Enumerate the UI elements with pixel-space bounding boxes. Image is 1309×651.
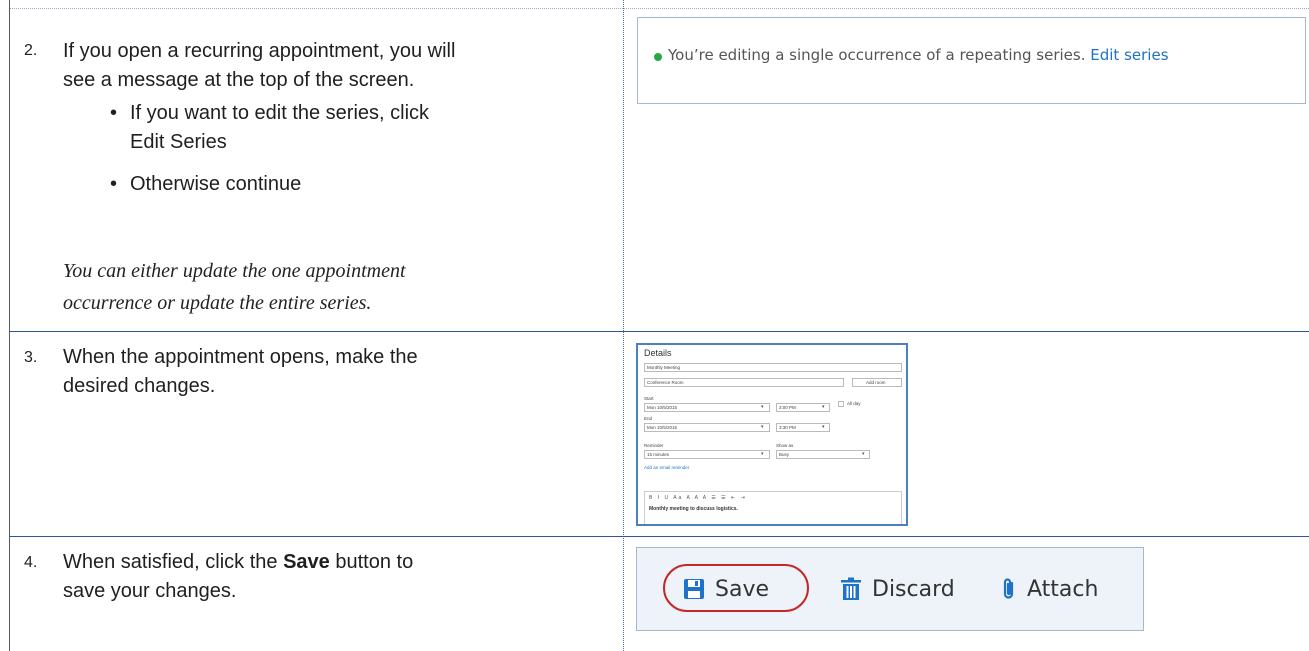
italic-note: occurrence or update the entire series. <box>63 292 372 314</box>
chevron-down-icon: ▾ <box>822 424 825 430</box>
step-text: When satisfied, click the Save button to <box>63 548 413 577</box>
chevron-down-icon: ▾ <box>862 451 865 457</box>
step-text: desired changes. <box>63 375 216 397</box>
table-left-border <box>9 0 10 651</box>
chevron-down-icon: ▾ <box>761 424 764 430</box>
step-text: see a message at the top of the screen. <box>63 69 415 91</box>
bullet-item: • If you want to edit the series, click <box>110 99 430 128</box>
attach-label: Attach <box>1027 576 1099 602</box>
trash-icon <box>841 577 861 600</box>
chevron-down-icon: ▾ <box>761 451 764 457</box>
end-date-value: Mon 10/5/2015 <box>647 425 678 430</box>
table-top-border <box>9 8 1309 9</box>
paperclip-icon <box>1003 578 1014 599</box>
start-date-value: Mon 10/5/2015 <box>647 405 678 410</box>
italic-note: You can either update the one appointmen… <box>63 260 406 282</box>
end-time-value: 3:30 PM <box>779 425 796 430</box>
body-editor[interactable]: B I U Aa A A A ☰ ☰ ⇤ ⇥ Monthly meeting t… <box>644 491 902 524</box>
show-as-label: Show as <box>776 443 794 448</box>
discard-label: Discard <box>872 576 955 602</box>
show-as-select[interactable] <box>776 450 870 459</box>
formatting-toolbar[interactable]: B I U Aa A A A ☰ ☰ ⇤ ⇥ <box>649 495 747 501</box>
save-button[interactable]: Save <box>683 572 769 606</box>
chevron-down-icon: ▾ <box>822 404 825 410</box>
step-text: save your changes. <box>63 580 237 602</box>
bullet-dot-icon: • <box>110 173 118 195</box>
subject-value: Monthly Meeting <box>647 365 681 370</box>
bullet-dot-icon: • <box>110 102 118 124</box>
step-number: 3. <box>24 349 38 366</box>
chevron-down-icon: ▾ <box>761 404 764 410</box>
status-dot-icon <box>654 53 662 61</box>
attach-button[interactable]: Attach <box>1001 572 1098 606</box>
all-day-label: All day <box>847 401 861 406</box>
appointment-details-form: Details Monthly Meeting Conference Room … <box>636 343 908 526</box>
recurring-info-banner: You’re editing a single occurrence of a … <box>637 17 1306 104</box>
reminder-value: 15 minutes <box>647 452 670 457</box>
reminder-label: Reminder <box>644 443 664 448</box>
add-email-reminder-link[interactable]: Add an email reminder <box>644 465 689 470</box>
table-column-divider <box>623 0 624 651</box>
discard-button[interactable]: Discard <box>840 572 955 606</box>
location-value: Conference Room <box>647 380 684 385</box>
row-divider <box>9 536 1309 537</box>
save-label: Save <box>715 576 770 602</box>
row-divider <box>9 331 1309 332</box>
start-time-value: 3:00 PM <box>779 405 796 410</box>
step-text: If you open a recurring appointment, you… <box>63 40 456 62</box>
step-text-part: When satisfied, click the <box>63 551 284 573</box>
end-label: End <box>644 416 653 421</box>
save-emphasis: Save <box>283 551 330 573</box>
compose-toolbar: Save Discard Attach <box>636 547 1144 631</box>
show-as-value: Busy <box>779 452 790 457</box>
form-title: Details <box>644 348 672 358</box>
edit-series-link[interactable]: Edit series <box>1090 46 1168 64</box>
all-day-checkbox[interactable] <box>838 401 844 407</box>
step-number: 4. <box>24 554 38 571</box>
start-label: Start <box>644 396 654 401</box>
bullet-text: Otherwise continue <box>130 173 302 195</box>
bullet-text: Edit Series <box>130 131 227 153</box>
step-text: When the appointment opens, make the <box>63 346 418 368</box>
step-text-part: button to <box>329 551 414 573</box>
subject-input[interactable] <box>644 363 902 372</box>
step-number: 2. <box>24 42 38 59</box>
body-text: Monthly meeting to discuss logistics. <box>649 506 738 512</box>
banner-message: You’re editing a single occurrence of a … <box>668 46 1086 64</box>
add-room-label: Add room <box>866 380 886 385</box>
floppy-disk-icon <box>684 579 704 599</box>
bullet-text: If you want to edit the series, click <box>130 102 430 124</box>
bullet-item: • Otherwise continue <box>110 170 302 199</box>
